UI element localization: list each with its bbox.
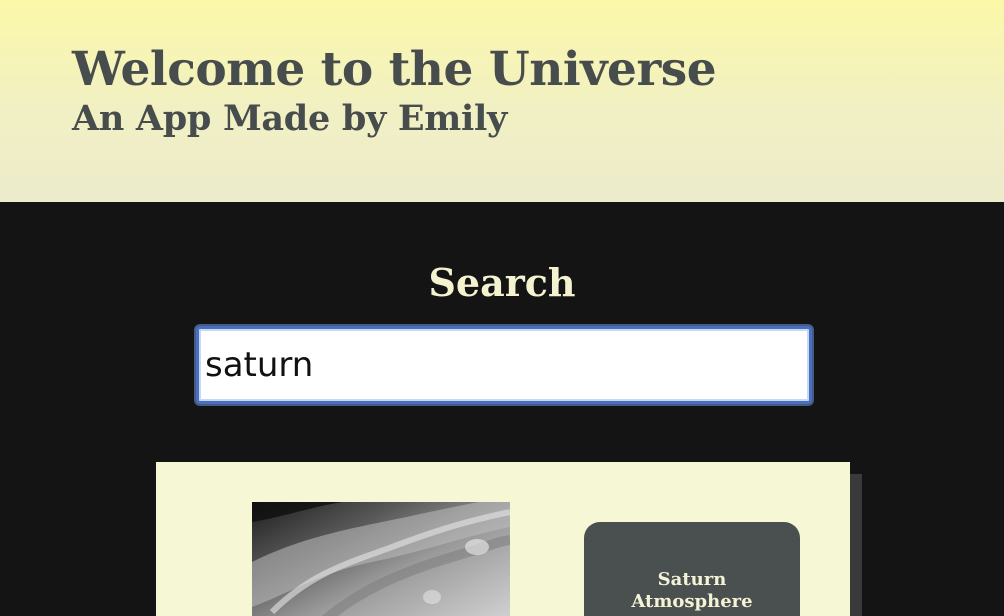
header-banner: Welcome to the Universe An App Made by E… [0,0,1004,202]
results-scrollbar[interactable] [850,474,862,616]
saturn-atmosphere-image[interactable] [252,502,510,616]
saturn-atmosphere-button[interactable]: Saturn Atmosphere [584,522,800,616]
result-button-line1: Saturn [657,568,727,590]
page-title: Welcome to the Universe [72,42,717,97]
result-card: Saturn Atmosphere [156,462,850,616]
search-heading: Search [428,260,576,305]
main-content: Search saturn Saturn Atmosphere [0,202,1004,616]
search-input[interactable] [196,326,812,404]
page-subtitle: An App Made by Emily [72,98,508,139]
result-button-line2: Atmosphere [631,590,753,612]
